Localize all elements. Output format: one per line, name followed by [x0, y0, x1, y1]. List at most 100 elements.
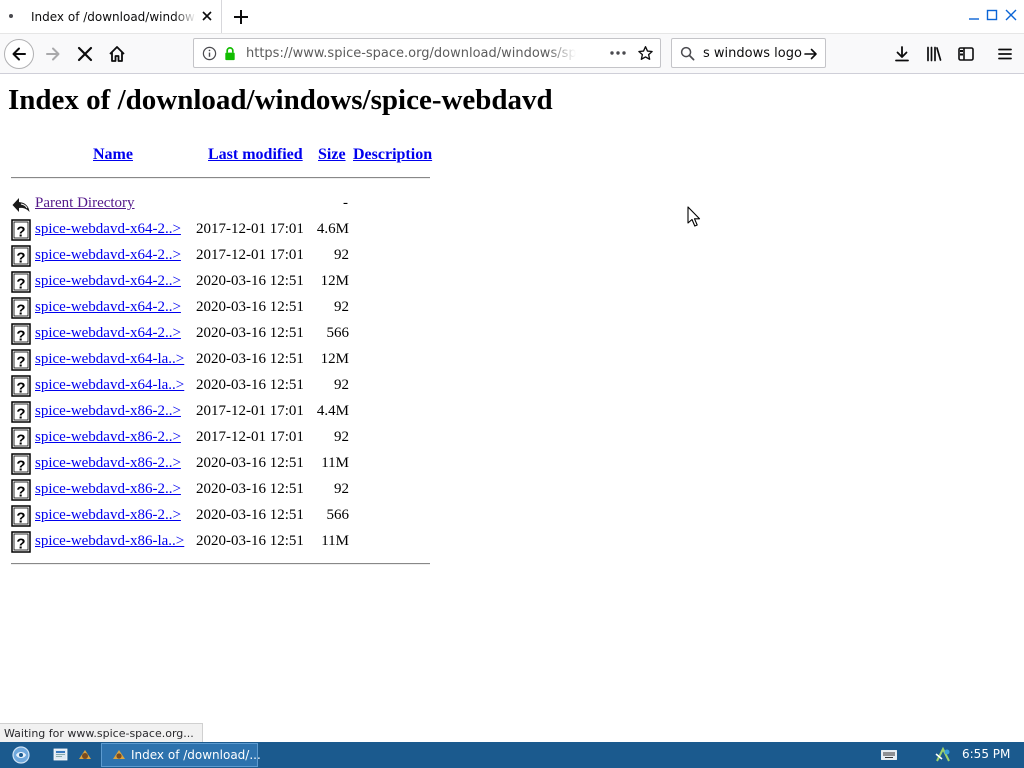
file-modified-date: 2020-03-16 12:51 — [196, 351, 304, 367]
unknown-file-icon: ? — [11, 453, 31, 475]
unknown-file-icon: ? — [11, 349, 31, 371]
file-modified-date: 2020-03-16 12:51 — [196, 299, 304, 315]
parent-directory-link[interactable]: Parent Directory — [35, 195, 135, 212]
svg-text:?: ? — [16, 510, 25, 527]
hamburger-menu-icon[interactable] — [996, 45, 1014, 63]
search-icon — [680, 46, 695, 61]
file-size: 11M — [321, 455, 349, 471]
file-link[interactable]: spice-webdavd-x64-2..> — [35, 221, 181, 238]
new-tab-plus-icon[interactable] — [229, 5, 253, 29]
downloads-icon[interactable] — [893, 45, 911, 63]
parent-size: - — [343, 195, 348, 211]
tab-title: Index of /download/windows/spice-webdavd — [31, 10, 196, 24]
back-button[interactable] — [4, 39, 34, 69]
file-size: 92 — [334, 481, 349, 497]
unknown-file-icon: ? — [11, 271, 31, 293]
search-go-arrow-icon[interactable] — [803, 46, 819, 62]
file-modified-date: 2020-03-16 12:51 — [196, 533, 304, 549]
file-modified-date: 2017-12-01 17:01 — [196, 429, 304, 445]
file-row: ? spice-webdavd-x86-2..> 2017-12-01 17:01 9… — [0, 427, 440, 453]
unknown-file-icon: ? — [11, 375, 31, 397]
svg-text:?: ? — [16, 536, 25, 553]
file-link[interactable]: spice-webdavd-x86-2..> — [35, 403, 181, 420]
svg-text:?: ? — [16, 380, 25, 397]
file-link[interactable]: spice-webdavd-x64-2..> — [35, 325, 181, 342]
file-modified-date: 2017-12-01 17:01 — [196, 403, 304, 419]
footer-divider — [11, 563, 430, 565]
file-row: ? spice-webdavd-x86-2..> 2020-03-16 12:51 1… — [0, 453, 440, 479]
file-row: ? spice-webdavd-x86-2..> 2017-12-01 17:01 4… — [0, 401, 440, 427]
sort-by-name-link[interactable]: Name — [93, 146, 133, 164]
unknown-file-icon: ? — [11, 245, 31, 267]
parent-directory-row: Parent Directory - — [0, 193, 440, 219]
close-window-icon[interactable] — [1003, 7, 1019, 23]
svg-text:?: ? — [16, 328, 25, 345]
svg-text:?: ? — [16, 276, 25, 293]
file-link[interactable]: spice-webdavd-x86-2..> — [35, 455, 181, 472]
secure-lock-icon[interactable] — [223, 46, 237, 61]
sort-by-description-link[interactable]: Description — [353, 146, 432, 164]
file-modified-date: 2020-03-16 12:51 — [196, 377, 304, 393]
file-link[interactable]: spice-webdavd-x64-2..> — [35, 273, 181, 290]
page-actions-ellipsis-icon[interactable] — [609, 46, 627, 60]
status-text: Waiting for www.spice-space.org... — [0, 723, 203, 743]
address-bar[interactable]: https://www.spice-space.org/download/win… — [193, 38, 661, 68]
file-link[interactable]: spice-webdavd-x64-2..> — [35, 299, 181, 316]
unknown-file-icon: ? — [11, 505, 31, 527]
unknown-file-icon: ? — [11, 427, 31, 449]
tab-strip: Index of /download/windows/spice-webdavd — [0, 0, 1024, 33]
search-input-value[interactable]: s windows logo — [703, 46, 802, 61]
start-menu-icon[interactable] — [10, 745, 32, 765]
back-arrow-icon — [12, 198, 30, 212]
keyboard-layout-icon[interactable] — [881, 750, 897, 760]
file-link[interactable]: spice-webdavd-x64-la..> — [35, 377, 184, 394]
unknown-file-icon: ? — [11, 401, 31, 423]
info-icon[interactable] — [202, 46, 217, 61]
file-link[interactable]: spice-webdavd-x86-2..> — [35, 481, 181, 498]
taskbar-browser-task[interactable]: Index of /download/... — [101, 743, 261, 767]
file-row: ? spice-webdavd-x64-la..> 2020-03-16 12:51… — [0, 375, 440, 401]
bookmark-star-icon[interactable] — [637, 45, 654, 62]
sort-by-size-link[interactable]: Size — [318, 146, 346, 164]
file-row: ? spice-webdavd-x86-2..> 2020-03-16 12:51 9… — [0, 479, 440, 505]
mouse-cursor-icon — [687, 206, 701, 227]
file-manager-icon[interactable] — [52, 747, 70, 763]
file-size: 92 — [334, 299, 349, 315]
sort-by-last-modified-link[interactable]: Last modified — [208, 146, 303, 164]
home-icon[interactable] — [107, 44, 127, 64]
svg-text:?: ? — [16, 484, 25, 501]
page-title: Index of /download/windows/spice-webdavd — [8, 84, 553, 116]
file-size: 92 — [334, 429, 349, 445]
file-link[interactable]: spice-webdavd-x86-la..> — [35, 533, 184, 550]
forward-arrow-icon[interactable] — [44, 45, 62, 63]
sidebar-icon[interactable] — [957, 45, 975, 63]
search-bar[interactable]: s windows logo — [671, 38, 826, 68]
file-link[interactable]: spice-webdavd-x86-2..> — [35, 507, 181, 524]
svg-text:?: ? — [16, 302, 25, 319]
url-text[interactable]: https://www.spice-space.org/download/win… — [246, 46, 576, 61]
file-size: 566 — [326, 507, 350, 523]
file-size: 566 — [326, 325, 350, 341]
close-tab-icon[interactable] — [199, 8, 215, 24]
network-status-icon[interactable] — [933, 745, 953, 765]
unknown-file-icon: ? — [11, 323, 31, 345]
file-link[interactable]: spice-webdavd-x64-2..> — [35, 247, 181, 264]
file-size: 12M — [320, 273, 349, 289]
file-link[interactable]: spice-webdavd-x86-2..> — [35, 429, 181, 446]
tab-active[interactable]: Index of /download/windows/spice-webdavd — [0, 0, 222, 33]
browser-task-icon — [113, 750, 125, 759]
file-row: ? spice-webdavd-x64-la..> 2020-03-16 12:51… — [0, 349, 440, 375]
file-modified-date: 2017-12-01 17:01 — [196, 221, 304, 237]
file-row: ? spice-webdavd-x64-2..> 2020-03-16 12:51 1… — [0, 271, 440, 297]
file-size: 92 — [334, 377, 349, 393]
browser-launcher-icon[interactable] — [76, 747, 94, 763]
file-size: 4.4M — [316, 403, 349, 419]
unknown-file-icon: ? — [11, 219, 31, 241]
maximize-icon[interactable] — [984, 7, 1000, 23]
stop-loading-icon[interactable] — [76, 45, 94, 63]
library-icon[interactable] — [925, 45, 943, 63]
back-arrow-icon — [12, 47, 26, 61]
file-link[interactable]: spice-webdavd-x64-la..> — [35, 351, 184, 368]
minimize-icon[interactable] — [966, 7, 982, 23]
file-size: 92 — [334, 247, 349, 263]
